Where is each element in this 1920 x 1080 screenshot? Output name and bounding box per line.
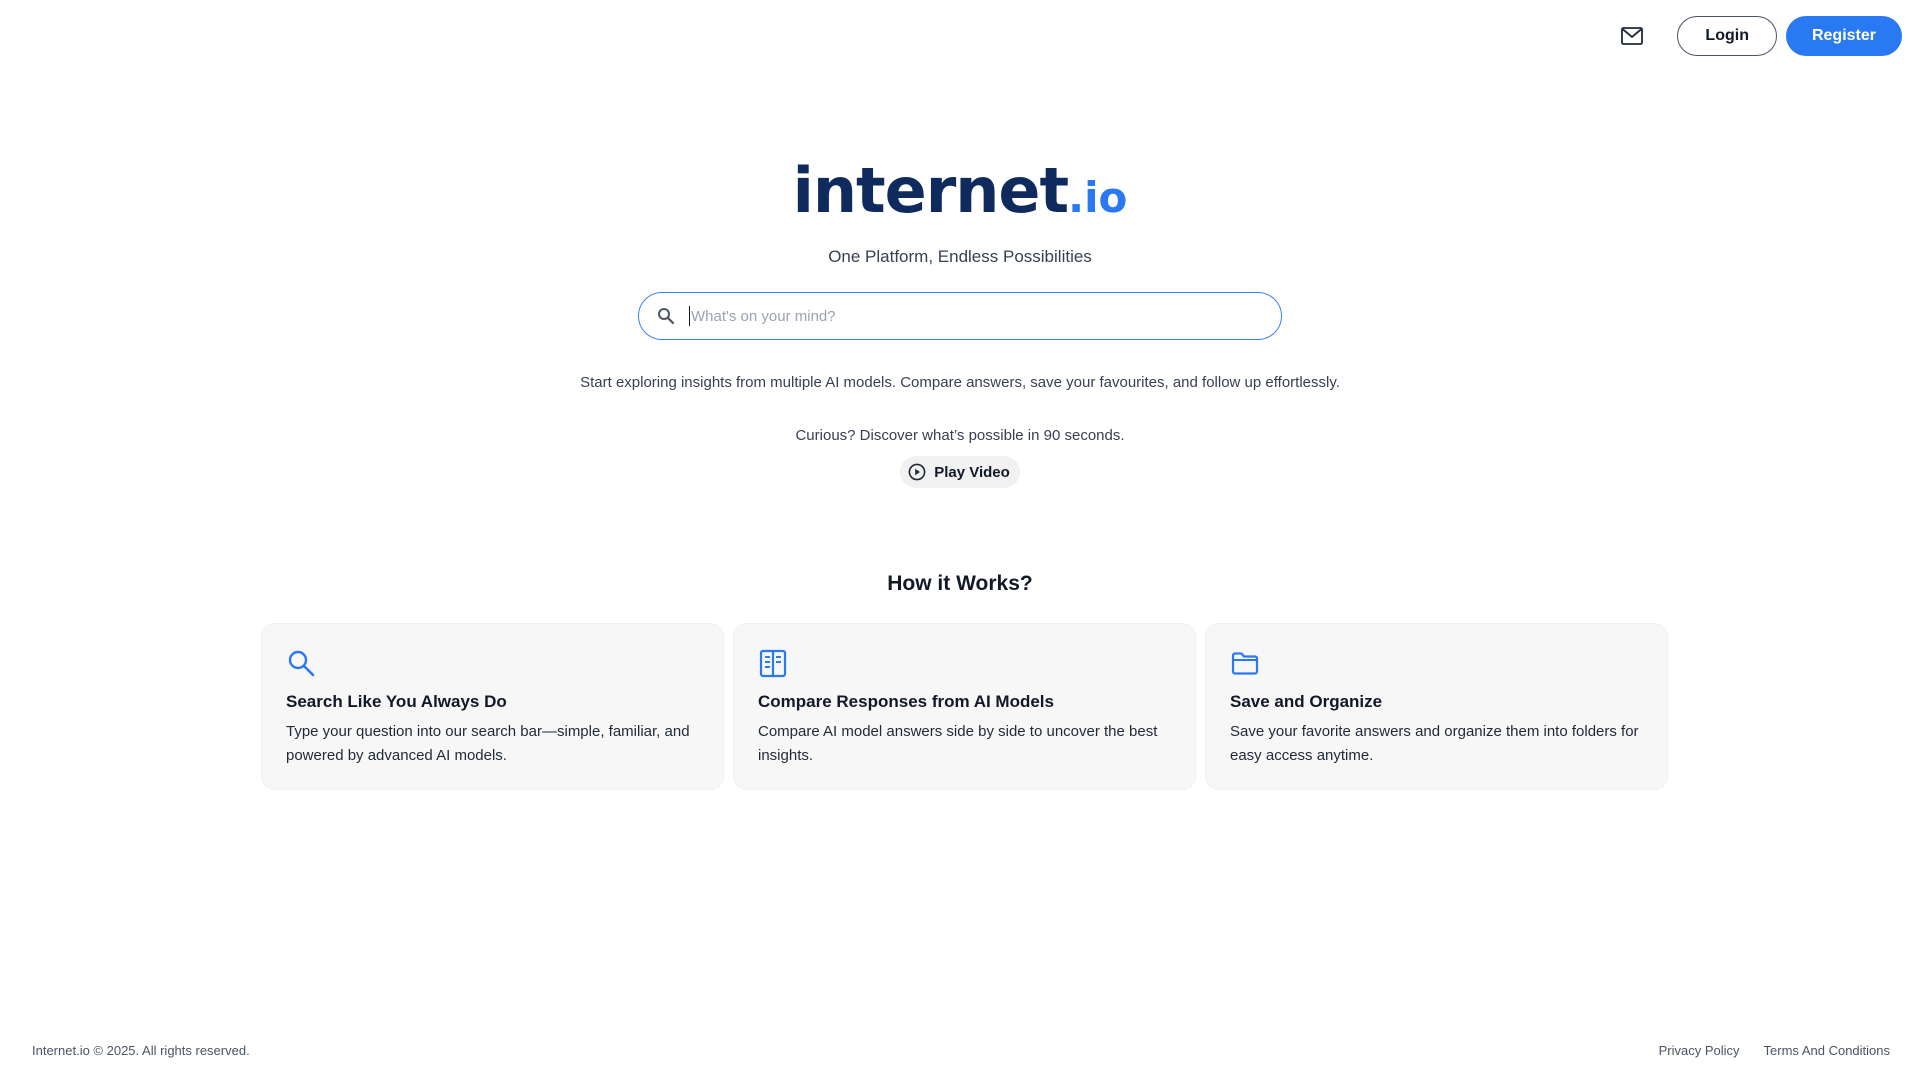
play-video-label: Play Video [934,463,1010,481]
search-bar[interactable] [638,292,1282,340]
logo: internet .io [793,160,1128,222]
how-it-works-title: How it Works? [887,572,1033,595]
card-title: Save and Organize [1230,692,1383,711]
logo-wordmark: internet [792,154,1069,227]
video-prompt-text: Curious? Discover what’s possible in 90 … [795,427,1125,444]
feature-card-compare: Compare Responses from AI Models Compare… [733,623,1196,790]
tagline: One Platform, Endless Possibilities [828,247,1092,266]
how-it-works-cards: Search Like You Always Do Type your ques… [261,623,1668,790]
copyright-text: Internet.io © 2025. All rights reserved. [32,1043,250,1058]
header: Login Register [1612,16,1902,56]
terms-link[interactable]: Terms And Conditions [1764,1043,1890,1058]
feature-card-save: Save and Organize Save your favorite ans… [1205,623,1668,790]
login-button[interactable]: Login [1677,16,1777,56]
logo-tld: .io [1068,173,1128,222]
footer: Internet.io © 2025. All rights reserved.… [32,1043,1890,1058]
search-icon [657,307,675,325]
card-title: Search Like You Always Do [286,692,507,711]
card-title: Compare Responses from AI Models [758,692,1054,711]
mail-icon [1621,27,1644,45]
search-icon [286,648,316,678]
intro-text: Start exploring insights from multiple A… [580,374,1340,391]
feature-card-search: Search Like You Always Do Type your ques… [261,623,724,790]
play-circle-icon [908,463,926,481]
mail-button[interactable] [1612,16,1652,56]
hero-section: internet .io One Platform, Endless Possi… [0,160,1920,488]
compare-book-icon [758,648,788,678]
footer-links: Privacy Policy Terms And Conditions [1659,1043,1890,1058]
card-description: Compare AI model answers side by side to… [758,723,1158,764]
card-description: Save your favorite answers and organize … [1230,723,1639,764]
register-button[interactable]: Register [1785,16,1902,56]
search-input[interactable] [689,306,1263,326]
card-description: Type your question into our search bar—s… [286,723,690,764]
privacy-policy-link[interactable]: Privacy Policy [1659,1043,1740,1058]
landing-page: Login Register internet .io One Platform… [0,0,1920,1080]
play-video-button[interactable]: Play Video [900,456,1020,488]
folder-icon [1230,648,1260,678]
